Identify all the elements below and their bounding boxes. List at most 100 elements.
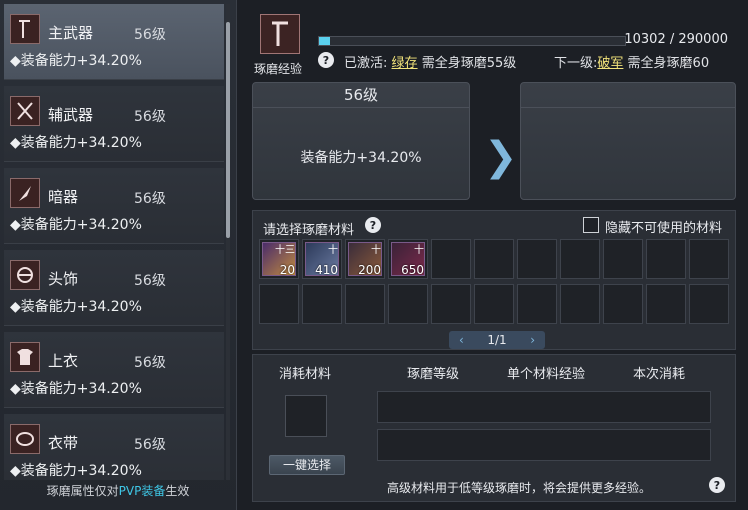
material-slot[interactable]: 十三 20: [259, 239, 299, 279]
exp-progress-bar: [318, 36, 626, 46]
pvp-footnote: 琢磨属性仅对PVP装备生效: [0, 482, 236, 499]
material-slot[interactable]: [474, 284, 514, 324]
consume-help-icon[interactable]: ?: [709, 477, 725, 493]
item-bonus: ◆装备能力+34.20%: [10, 217, 142, 233]
item-bonus: ◆装备能力+34.20%: [10, 463, 142, 479]
material-count: 20: [279, 263, 295, 277]
sidebar-item-belt[interactable]: 衣带 56级 ◆装备能力+34.20%: [4, 414, 224, 480]
item-level: 56级: [134, 273, 166, 289]
footnote-highlight: PVP装备: [118, 484, 166, 498]
material-slot[interactable]: [388, 284, 428, 324]
material-tag: 十: [328, 245, 338, 256]
consume-note: 高级材料用于低等级琢磨时，将会提供更多经验。: [387, 481, 652, 495]
material-tag: 十: [414, 245, 424, 256]
next-link[interactable]: 破军: [597, 56, 623, 71]
item-bonus: ◆装备能力+34.20%: [10, 135, 142, 151]
item-name: 上衣: [48, 352, 79, 370]
hide-unusable-label: 隐藏不可使用的材料: [605, 221, 723, 236]
hide-unusable-checkbox[interactable]: [583, 217, 599, 233]
col-unit-exp: 单个材料经验: [507, 367, 586, 382]
material-slot[interactable]: [689, 284, 729, 324]
next-level-box: [520, 82, 736, 200]
equipment-list: 主武器 56级 ◆装备能力+34.20% 辅武器 56级 ◆装备能力+34.20…: [4, 4, 224, 480]
activated-info: 已激活: 绿存 需全身琢磨55级: [344, 52, 516, 71]
activated-desc: 需全身琢磨55级: [421, 56, 517, 71]
item-bonus: ◆装备能力+34.20%: [10, 299, 142, 315]
belt-icon: [10, 424, 40, 454]
one-key-select-button[interactable]: 一键选择: [269, 455, 345, 475]
material-slot[interactable]: [689, 239, 729, 279]
sidebar-item-top[interactable]: 上衣 56级 ◆装备能力+34.20%: [4, 332, 224, 408]
help-icon[interactable]: ?: [318, 52, 334, 68]
sidebar-scrollbar[interactable]: [226, 22, 230, 238]
sidebar-item-hidden-weapon[interactable]: 暗器 56级 ◆装备能力+34.20%: [4, 168, 224, 244]
top-icon: [10, 342, 40, 372]
footnote-prefix: 琢磨属性仅对: [46, 484, 119, 498]
footnote-suffix: 生效: [165, 484, 190, 498]
material-slot[interactable]: [560, 239, 600, 279]
next-page-icon[interactable]: ›: [530, 331, 535, 349]
consume-material-slot[interactable]: [285, 395, 327, 437]
material-count: 410: [315, 263, 338, 277]
material-slot[interactable]: [431, 239, 471, 279]
polish-panel: 琢磨经验 10302 / 290000 ? 已激活: 绿存 需全身琢磨55级 下…: [248, 6, 744, 506]
material-count: 650: [401, 263, 424, 277]
material-slot[interactable]: [431, 284, 471, 324]
material-slot[interactable]: [603, 239, 643, 279]
material-help-icon[interactable]: ?: [365, 217, 381, 233]
item-name: 主武器: [48, 24, 94, 42]
material-slot[interactable]: [646, 284, 686, 324]
consume-row: [377, 429, 711, 461]
item-name: 辅武器: [48, 106, 94, 124]
polish-exp-label: 琢磨经验: [254, 62, 303, 76]
material-slot[interactable]: [259, 284, 299, 324]
material-slot[interactable]: [474, 239, 514, 279]
material-tag: 十三: [275, 245, 295, 256]
prev-page-icon[interactable]: ‹: [459, 331, 464, 349]
activated-link[interactable]: 绿存: [392, 56, 418, 71]
material-title: 请选择琢磨材料: [263, 223, 355, 238]
material-slot[interactable]: 十 650: [388, 239, 428, 279]
material-slot[interactable]: [603, 284, 643, 324]
item-name: 头饰: [48, 270, 79, 288]
item-level: 56级: [134, 109, 166, 125]
material-slot[interactable]: [345, 284, 385, 324]
material-slot[interactable]: [517, 239, 557, 279]
current-level: 56级: [253, 83, 469, 108]
material-slot[interactable]: 十 200: [345, 239, 385, 279]
sidebar-item-secondary-weapon[interactable]: 辅武器 56级 ◆装备能力+34.20%: [4, 86, 224, 162]
material-slot[interactable]: [560, 284, 600, 324]
pager: ‹ 1/1 ›: [449, 331, 545, 349]
material-panel: 请选择琢磨材料 ? 隐藏不可使用的材料 十三 20 十 410 十 200 十 650 ‹ 1…: [252, 210, 736, 350]
material-tag: 十: [371, 245, 381, 256]
material-slot[interactable]: [302, 284, 342, 324]
col-consume-material: 消耗材料: [279, 367, 332, 382]
material-slot[interactable]: [646, 239, 686, 279]
material-count: 200: [358, 263, 381, 277]
current-level-box: 56级 装备能力+34.20%: [252, 82, 470, 200]
activated-label: 已激活:: [344, 56, 388, 71]
polish-icon: [260, 14, 300, 54]
material-slot[interactable]: 十 410: [302, 239, 342, 279]
secondary-weapon-icon: [10, 96, 40, 126]
current-bonus: 装备能力+34.20%: [300, 150, 422, 166]
consume-panel: 消耗材料 琢磨等级 单个材料经验 本次消耗 一键选择 高级材料用于低等级琢磨时，…: [252, 354, 736, 502]
item-level: 56级: [134, 437, 166, 453]
sidebar-item-main-weapon[interactable]: 主武器 56级 ◆装备能力+34.20%: [4, 4, 224, 80]
item-level: 56级: [134, 191, 166, 207]
weapon-icon: [10, 14, 40, 44]
sidebar-item-headwear[interactable]: 头饰 56级 ◆装备能力+34.20%: [4, 250, 224, 326]
consume-row: [377, 391, 711, 423]
exp-progress-fill: [319, 37, 330, 45]
page-indicator: 1/1: [487, 333, 507, 347]
headwear-icon: [10, 260, 40, 290]
item-bonus: ◆装备能力+34.20%: [10, 381, 142, 397]
next-level-info: 下一级:破军 需全身琢磨60: [554, 52, 709, 71]
material-slot[interactable]: [517, 284, 557, 324]
item-name: 暗器: [48, 188, 79, 206]
item-name: 衣带: [48, 434, 79, 452]
next-arrow-icon: ❯: [484, 134, 518, 180]
col-this-consume: 本次消耗: [633, 367, 686, 382]
equipment-sidebar: 主武器 56级 ◆装备能力+34.20% 辅武器 56级 ◆装备能力+34.20…: [0, 0, 237, 510]
item-level: 56级: [134, 27, 166, 43]
